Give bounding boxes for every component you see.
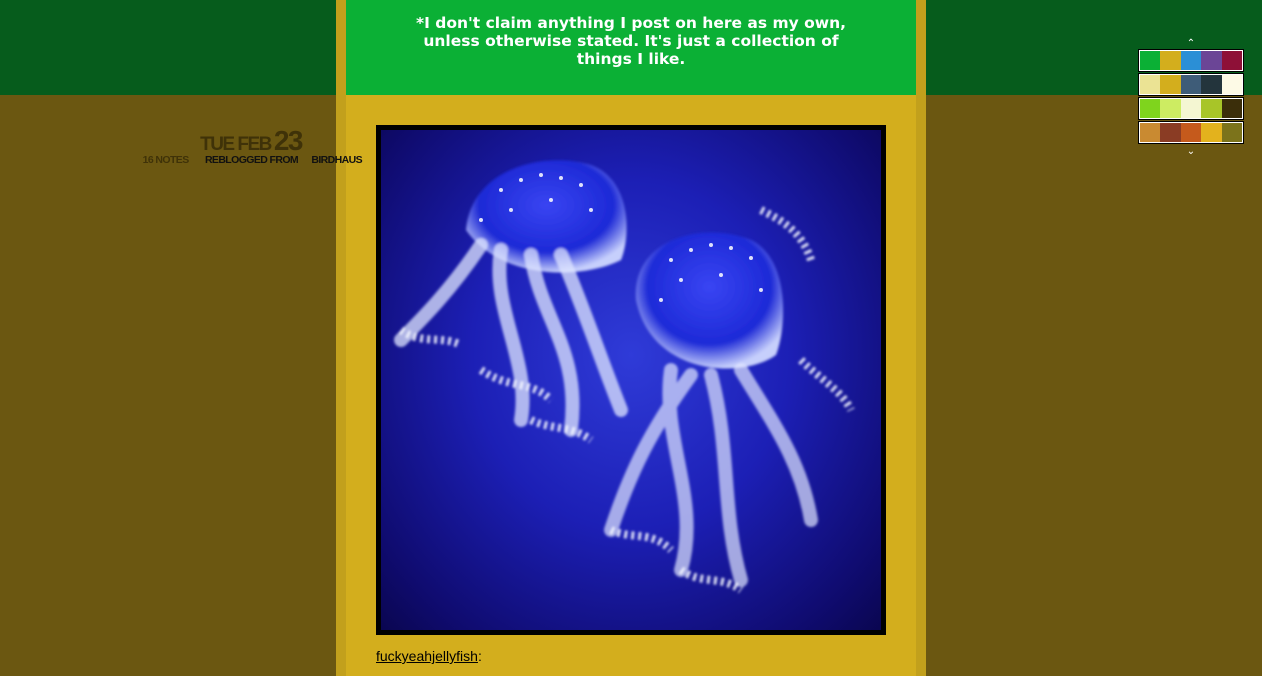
palette-down-arrow-icon[interactable]: ⌄ [1139,146,1243,158]
palette-swatch [1180,99,1202,118]
jellyfish-image [394,160,855,594]
palette-swatch [1180,123,1202,142]
palette-swatch [1201,75,1222,94]
notes-link[interactable]: 16 NOTES [143,154,190,166]
palette-swatch [1160,123,1181,142]
post-links: 16 NOTES REBLOGGED FROM BIRDHAUS [100,154,363,166]
palette-swatch [1160,99,1181,118]
reblog-source-link[interactable]: BIRDHAUS [311,154,362,166]
palette-row-4[interactable] [1138,121,1244,144]
palette-swatch [1160,75,1181,94]
palette-swatch [1201,99,1222,118]
palette-swatch [1221,75,1243,94]
post-caption: fuckyeahjellyfish: [376,648,482,664]
header-description: *I don't claim anything I post on here a… [415,13,847,68]
palette-swatch [1160,51,1181,70]
jellyfish-right [604,206,855,594]
palette-swatch [1180,51,1202,70]
palette-swatch [1140,123,1161,142]
post-date-day: 23 [273,125,304,156]
jellyfish-left [394,160,628,444]
palette-swatch [1180,75,1202,94]
reblogged-from-label: REBLOGGED FROM [204,154,299,166]
caption-source-link[interactable]: fuckyeahjellyfish [376,648,478,664]
palette-swatch [1221,123,1243,142]
palette-up-arrow-icon[interactable]: ⌃ [1139,38,1243,50]
post-photo-frame [376,125,886,635]
post-date: TUE FEB 23 [100,124,362,158]
post-date-month: TUE FEB [200,134,272,155]
palette-swatch [1140,75,1161,94]
palette-row-3[interactable] [1138,97,1244,120]
post-meta: TUE FEB 23 16 NOTES REBLOGGED FROM BIRDH… [100,124,363,166]
palette-swatch [1201,51,1222,70]
palette-swatch [1140,51,1161,70]
palette-swatch [1221,51,1243,70]
color-palette-picker: ⌃ ⌄ [1138,38,1244,158]
palette-row-2[interactable] [1138,73,1244,96]
palette-swatch [1140,99,1161,118]
palette-swatch [1221,99,1243,118]
blog-header: *I don't claim anything I post on here a… [346,0,916,95]
caption-suffix: : [477,648,482,664]
palette-swatch [1201,123,1222,142]
palette-row-1[interactable] [1138,49,1244,72]
post-photo-jellyfish[interactable] [381,130,881,630]
